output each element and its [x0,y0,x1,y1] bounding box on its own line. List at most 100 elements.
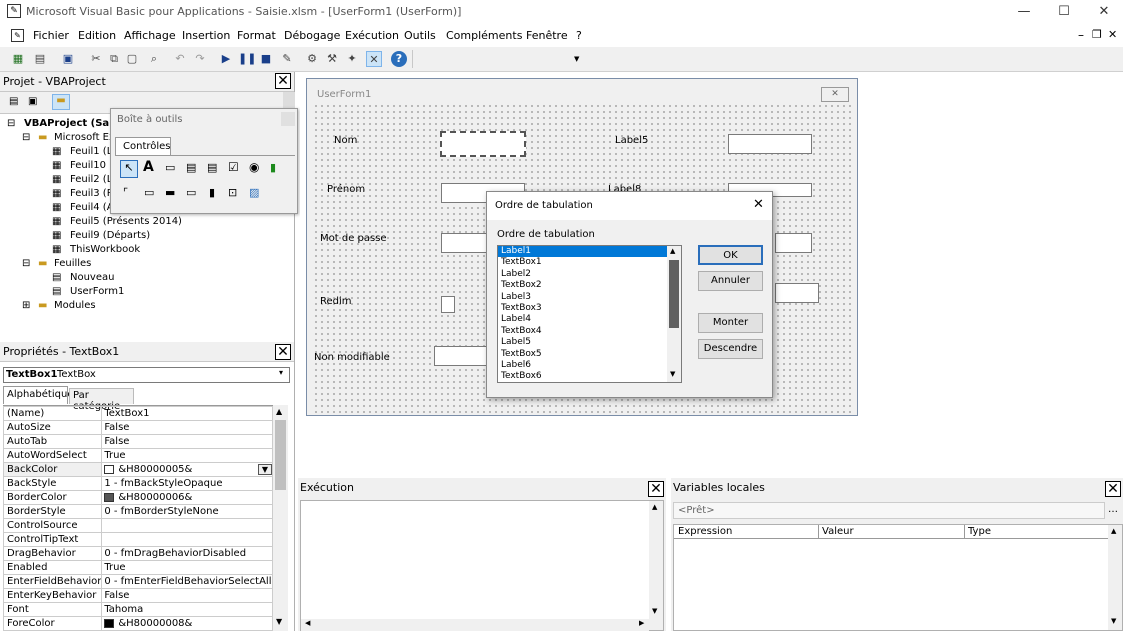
label-tool-icon[interactable]: A [143,159,154,175]
view-object-icon[interactable]: ▣ [28,96,37,107]
execution-close-icon[interactable]: ✕ [648,481,664,497]
backcolor-dropdown-icon[interactable]: ▼ [258,464,272,475]
exec-scroll-left-icon[interactable]: ◀ [305,619,310,627]
property-row[interactable]: BackStyle 1 - fmBackStyleOpaque [3,476,273,491]
save-icon[interactable]: ▣ [60,51,76,67]
tabstrip-tool-icon[interactable]: ▬ [165,186,175,199]
insert-userform-icon[interactable]: ▤ [32,51,48,67]
textbox-redim[interactable] [441,296,455,313]
toolbox-icon[interactable]: ✕ [366,51,382,67]
property-row[interactable]: BackColor &H80000005& ▼ [3,462,273,477]
scroll-thumb[interactable] [275,420,286,490]
properties-icon[interactable]: ⚒ [324,51,340,67]
mdi-minimize-icon[interactable]: – [1078,28,1084,42]
undo-icon[interactable]: ↶ [172,51,188,67]
mdi-restore-icon[interactable]: ❐ [1092,28,1102,41]
break-icon[interactable]: ❚❚ [238,51,256,67]
tab-order-item[interactable]: TextBox5 [498,349,681,360]
tab-order-list[interactable]: Label1 TextBox1 Label2 TextBox2 Label3 TextBo… [497,245,682,383]
list-scroll-down-icon[interactable]: ▼ [670,370,675,378]
property-value[interactable]: True [101,560,273,575]
annuler-button[interactable]: Annuler [698,271,763,291]
tab-order-item[interactable]: TextBox3 [498,303,681,314]
execution-hscroll[interactable]: ◀ ▶ [301,619,649,631]
design-mode-icon[interactable]: ✎ [279,51,295,67]
expand-icon[interactable]: ⊟ [22,132,30,143]
label-mot-de-passe[interactable]: Mot de passe [320,233,387,244]
properties-scrollbar[interactable]: ▲ ▼ [273,405,288,631]
textbox-right-3[interactable] [775,233,812,253]
property-value[interactable]: 1 - fmBackStyleOpaque [101,476,273,491]
textbox-right-4[interactable] [775,283,819,303]
tree-modules[interactable]: Modules [54,300,96,311]
tree-vbaproject[interactable]: VBAProject (Sa [24,118,109,129]
textbox-tool-icon[interactable]: ▭ [165,161,175,174]
label-nom[interactable]: Nom [334,135,357,146]
tab-order-item[interactable]: TextBox1 [498,257,681,268]
property-value[interactable]: False [101,434,273,449]
execution-editor[interactable]: ▲ ▼ ◀ ▶ [300,500,664,631]
property-value[interactable]: False [101,420,273,435]
toggle-folders-icon[interactable]: ▬ [52,94,70,110]
property-row[interactable]: AutoSize False [3,420,273,435]
label-prenom[interactable]: Prénom [327,184,365,195]
tree-nouveau[interactable]: Nouveau [70,272,114,283]
project-explorer-icon[interactable]: ⚙ [304,51,320,67]
property-row[interactable]: Font Tahoma [3,602,273,617]
menu-edition[interactable]: Edition [78,29,116,42]
descendre-button[interactable]: Descendre [698,339,763,359]
menu-insertion[interactable]: Insertion [182,29,230,42]
help-icon[interactable]: ? [391,51,407,67]
spinbutton-tool-icon[interactable]: ⊡ [228,186,237,199]
property-row[interactable]: BorderColor &H80000006& [3,490,273,505]
multipage-tool-icon[interactable]: ▭ [186,186,196,199]
tab-alphabetique[interactable]: Alphabétique [3,386,73,404]
menu-help[interactable]: ? [576,29,582,42]
object-dropdown-icon[interactable]: ▾ [279,368,283,377]
property-value[interactable]: False [101,588,273,603]
property-row[interactable]: ForeColor &H80000008& [3,616,273,631]
property-row[interactable]: AutoWordSelect True [3,448,273,463]
execution-vscroll[interactable]: ▲ ▼ [649,501,663,630]
toolbox-close-icon[interactable] [281,112,295,126]
scrollbar-tool-icon[interactable]: ▮ [209,186,215,199]
object-selector[interactable]: TextBox1 TextBox ▾ [3,367,290,383]
view-code-icon[interactable]: ▤ [9,96,18,107]
tab-order-item[interactable]: Label3 [498,292,681,303]
property-value[interactable]: Tahoma [101,602,273,617]
property-row[interactable]: EnterKeyBehavior False [3,588,273,603]
list-scroll-up-icon[interactable]: ▲ [670,247,675,255]
tab-order-item[interactable]: TextBox4 [498,326,681,337]
tree-feuil9[interactable]: Feuil9 (Départs) [70,230,150,241]
close-icon[interactable]: ✕ [1084,0,1123,24]
copy-icon[interactable]: ⧉ [106,51,122,67]
menu-fichier[interactable]: Fichier [33,29,69,42]
menu-complements[interactable]: Compléments [446,29,522,42]
list-scroll-thumb[interactable] [669,260,679,328]
property-value[interactable]: &H80000005& ▼ [101,462,273,477]
property-row[interactable]: (Name) TextBox1 [3,406,273,421]
col-expression[interactable]: Expression [678,526,732,537]
toolbox-tab[interactable]: Contrôles [115,137,171,155]
maximize-icon[interactable]: ☐ [1044,0,1084,24]
property-row[interactable]: Enabled True [3,560,273,575]
tab-order-item[interactable]: Label1 [498,246,681,258]
combobox-tool-icon[interactable]: ▤ [186,161,196,174]
textbox1-selected[interactable] [440,131,526,157]
excel-icon[interactable]: ▦ [10,51,26,67]
userform-close-icon[interactable]: ✕ [821,87,849,102]
property-row[interactable]: BorderStyle 0 - fmBorderStyleNone [3,504,273,519]
command-button-tool-icon[interactable]: ▭ [144,186,154,199]
scroll-up-icon[interactable]: ▲ [276,407,282,416]
menu-outils[interactable]: Outils [404,29,436,42]
property-value[interactable]: 0 - fmBorderStyleNone [101,504,273,519]
tab-order-item[interactable]: TextBox2 [498,280,681,291]
menu-format[interactable]: Format [237,29,276,42]
list-scrollbar[interactable]: ▲ ▼ [667,246,681,382]
menu-execution[interactable]: Exécution [345,29,399,42]
cut-icon[interactable]: ✂ [88,51,104,67]
tree-feuil5[interactable]: Feuil5 (Présents 2014) [70,216,182,227]
reset-icon[interactable]: ■ [258,51,274,67]
minimize-icon[interactable]: — [1004,0,1044,24]
col-valeur[interactable]: Valeur [822,526,854,537]
